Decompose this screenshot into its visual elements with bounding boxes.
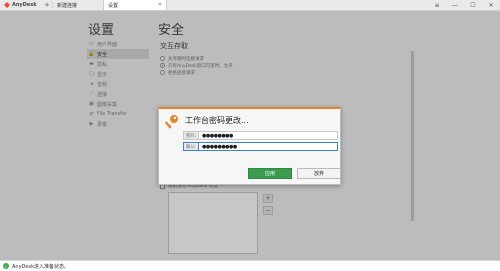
modal-overlay: 工作台密码更改... 密码: ●●●●●●●● 确认: ●●●●●●●●● 应用… <box>0 11 500 260</box>
apply-button[interactable]: 应用 <box>248 168 292 179</box>
new-tab-icon[interactable]: + <box>42 0 52 10</box>
maximize-icon[interactable]: ☐ <box>464 0 482 10</box>
tab-label: 设置 <box>108 2 119 9</box>
title-bar: AnyDesk + 新建连接 设置 ✕ ≡ — ☐ ✕ <box>0 0 500 11</box>
password-field[interactable]: ●●●●●●●● <box>199 131 338 140</box>
tab-label: 新建连接 <box>57 2 78 9</box>
confirm-password-field[interactable]: ●●●●●●●●● <box>199 142 338 151</box>
tab-new-connection[interactable]: 新建连接 <box>53 0 103 10</box>
status-ok-icon: ✓ <box>3 263 9 269</box>
confirm-label: 确认: <box>183 142 199 151</box>
cancel-button[interactable]: 放弃 <box>297 168 341 179</box>
confirm-row: 确认: ●●●●●●●●● <box>183 142 338 151</box>
status-bar: ✓ AnyDesk进入准备状态。 <box>0 260 500 271</box>
close-window-icon[interactable]: ✕ <box>482 0 500 10</box>
minimize-icon[interactable]: — <box>446 0 464 10</box>
anydesk-logo-icon <box>4 2 10 8</box>
menu-icon[interactable]: ≡ <box>428 0 446 10</box>
window-controls: ≡ — ☐ ✕ <box>428 0 500 10</box>
password-label: 密码: <box>183 131 199 140</box>
password-change-dialog: 工作台密码更改... 密码: ●●●●●●●● 确认: ●●●●●●●●● 应用… <box>158 107 341 185</box>
status-text: AnyDesk进入准备状态。 <box>12 263 69 270</box>
dialog-title: 工作台密码更改... <box>185 116 249 125</box>
tab-anydesk[interactable]: AnyDesk <box>0 0 42 10</box>
tab-label: AnyDesk <box>12 2 37 8</box>
key-icon <box>165 115 178 129</box>
close-tab-icon[interactable]: ✕ <box>158 2 162 8</box>
tab-settings[interactable]: 设置 ✕ <box>103 0 167 10</box>
password-row: 密码: ●●●●●●●● <box>183 131 338 140</box>
